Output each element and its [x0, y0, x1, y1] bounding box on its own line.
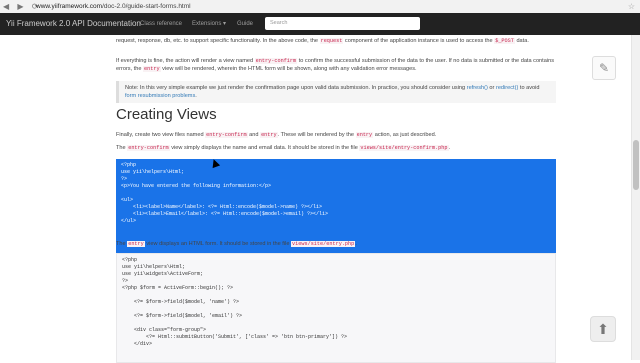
search-input[interactable]: Search — [265, 17, 420, 30]
paragraph-render-view: If everything is fine, the action will r… — [116, 58, 554, 72]
link-redirect[interactable]: redirect() — [496, 85, 518, 91]
site-navbar: Yii Framework 2.0 API Documentation Clas… — [0, 13, 640, 35]
pencil-icon[interactable]: ✎ — [592, 56, 616, 80]
nav-extensions[interactable]: Extensions ▾ — [192, 13, 226, 35]
scrollbar[interactable] — [631, 35, 640, 360]
paragraph-create-views: Finally, create two view files named ent… — [116, 132, 437, 138]
note-box: Note: In this very simple example we jus… — [116, 81, 556, 103]
paragraph-entry-view: The entry view displays an HTML form. It… — [116, 241, 357, 247]
arrow-up-icon[interactable]: ⬆ — [590, 316, 616, 342]
scrollbar-thumb[interactable] — [633, 140, 639, 190]
url-text[interactable]: www.yiiframework.com/doc-2.0/guide-start… — [36, 0, 191, 13]
section-heading: Creating Views — [116, 106, 217, 123]
paragraph-entry-confirm: The entry-confirm view simply displays t… — [116, 145, 451, 151]
paragraph-components: request, response, db, etc. to support s… — [116, 38, 529, 44]
link-form-resubmission[interactable]: form resubmission problems — [125, 93, 195, 99]
nav-guide[interactable]: Guide — [237, 13, 253, 35]
site-brand[interactable]: Yii Framework 2.0 API Documentation — [6, 13, 141, 35]
nav-class-reference[interactable]: Class reference — [140, 13, 182, 35]
bookmark-star-icon[interactable]: ☆ — [628, 0, 635, 13]
browser-address-bar[interactable]: ◀ ▶ ⟳ www.yiiframework.com/doc-2.0/guide… — [0, 0, 640, 14]
code-block-entry[interactable]: <?php use yii\helpers\Html; use yii\widg… — [116, 253, 556, 363]
link-refresh[interactable]: refresh() — [467, 85, 488, 91]
